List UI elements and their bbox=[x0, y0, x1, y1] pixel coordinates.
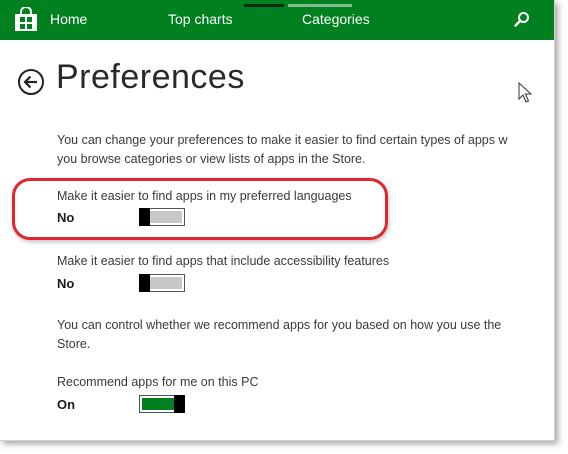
nav-hover-indicator bbox=[288, 4, 352, 7]
nav-top-charts[interactable]: Top charts bbox=[168, 11, 233, 27]
toggle-thumb[interactable] bbox=[174, 395, 185, 413]
page-title: Preferences bbox=[56, 58, 245, 96]
nav-home[interactable]: Home bbox=[50, 11, 87, 27]
nav-selected-indicator bbox=[244, 4, 284, 7]
intro-text-line-1: You can change your preferences to make … bbox=[57, 133, 508, 147]
intro-text-line-2: you browse categories or view lists of a… bbox=[57, 152, 366, 166]
accessibility-toggle[interactable] bbox=[139, 274, 185, 292]
store-window: Home Top charts Categories Preferences Y… bbox=[0, 0, 555, 441]
red-highlight-annotation bbox=[12, 178, 388, 240]
accessibility-setting-value: No bbox=[57, 276, 75, 291]
toggle-thumb[interactable] bbox=[139, 274, 150, 292]
store-bag-icon[interactable] bbox=[13, 7, 39, 33]
recommend-intro-line-2: Store. bbox=[57, 337, 91, 351]
recommend-intro-line-1: You can control whether we recommend app… bbox=[57, 318, 502, 332]
top-nav-bar: Home Top charts Categories bbox=[0, 0, 554, 40]
mouse-pointer-icon bbox=[518, 82, 532, 103]
search-icon[interactable] bbox=[512, 10, 532, 30]
accessibility-setting-label: Make it easier to find apps that include… bbox=[57, 254, 390, 268]
recommend-toggle[interactable] bbox=[139, 395, 185, 413]
recommend-setting-label: Recommend apps for me on this PC bbox=[57, 375, 259, 389]
back-arrow-icon[interactable] bbox=[17, 68, 45, 96]
recommend-setting-value: On bbox=[57, 397, 76, 412]
nav-categories[interactable]: Categories bbox=[302, 11, 370, 27]
